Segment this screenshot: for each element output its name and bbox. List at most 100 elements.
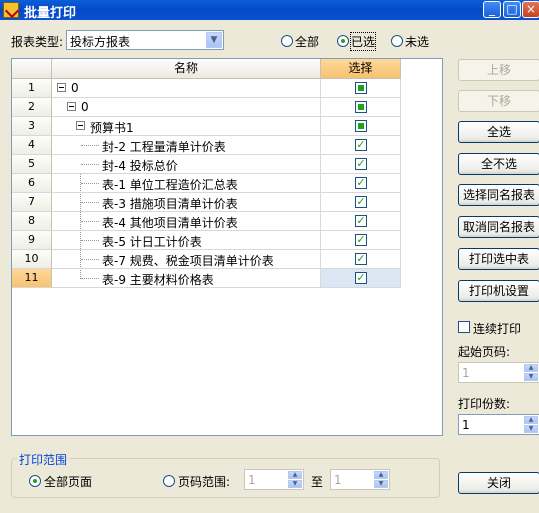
- row-checkbox[interactable]: ✓: [355, 253, 367, 265]
- tree-line: [81, 202, 99, 203]
- row-name-cell: 封-2 工程量清单计价表: [52, 136, 321, 155]
- range-to-value: 1: [334, 473, 342, 487]
- range-from-spinner[interactable]: 1 ▲ ▼: [244, 469, 304, 490]
- table-row[interactable]: 1 0: [12, 79, 401, 98]
- filter-selected-label[interactable]: 已选: [349, 32, 377, 51]
- tree-line: [81, 183, 99, 184]
- row-checkbox[interactable]: ✓: [355, 272, 367, 284]
- printer-settings-button[interactable]: 打印机设置: [458, 280, 539, 302]
- report-type-value: 投标方报表: [70, 35, 131, 49]
- select-same-name-button[interactable]: 选择同名报表: [458, 184, 539, 206]
- row-checkbox[interactable]: ✓: [355, 158, 367, 170]
- table-row[interactable]: 6 表-1 单位工程造价汇总表 ✓: [12, 174, 401, 193]
- tree-line: [81, 240, 99, 241]
- select-all-button[interactable]: 全选: [458, 121, 539, 143]
- report-grid[interactable]: 名称 选择 1 0 2 0 3 预算书1 4 封-2 工程量清单计价表 ✓ 5 …: [11, 58, 443, 436]
- table-row[interactable]: 4 封-2 工程量清单计价表 ✓: [12, 136, 401, 155]
- row-select-cell: [321, 98, 401, 117]
- spin-down-icon[interactable]: ▼: [374, 480, 388, 488]
- row-name: 表-5 计日工计价表: [102, 235, 202, 249]
- chevron-down-icon[interactable]: ▼: [206, 32, 222, 48]
- close-window-button[interactable]: ×: [522, 1, 539, 18]
- cancel-same-name-button[interactable]: 取消同名报表: [458, 216, 539, 238]
- tree-line: [81, 221, 99, 222]
- row-select-cell: ✓: [321, 231, 401, 250]
- print-selected-button[interactable]: 打印选中表: [458, 248, 539, 270]
- all-pages-radio[interactable]: [29, 475, 41, 487]
- row-name-cell: 表-7 规费、税金项目清单计价表: [52, 250, 321, 269]
- table-row[interactable]: 5 封-4 投标总价 ✓: [12, 155, 401, 174]
- filter-selected-radio[interactable]: [337, 35, 349, 47]
- row-checkbox[interactable]: [355, 120, 367, 132]
- row-number: 11: [12, 269, 52, 288]
- row-number: 8: [12, 212, 52, 231]
- report-type-select[interactable]: 投标方报表 ▼: [66, 30, 224, 50]
- row-checkbox[interactable]: ✓: [355, 139, 367, 151]
- row-name-cell: 表-5 计日工计价表: [52, 231, 321, 250]
- row-name: 表-3 措施项目清单计价表: [102, 197, 238, 211]
- row-checkbox[interactable]: [355, 101, 367, 113]
- table-row[interactable]: 2 0: [12, 98, 401, 117]
- row-name-cell: 预算书1: [52, 117, 321, 136]
- row-number: 3: [12, 117, 52, 136]
- name-column-header[interactable]: 名称: [52, 59, 321, 79]
- start-page-spinner[interactable]: 1 ▲ ▼: [458, 362, 539, 383]
- table-row[interactable]: 10 表-7 规费、税金项目清单计价表 ✓: [12, 250, 401, 269]
- row-name-cell: 表-4 其他项目清单计价表: [52, 212, 321, 231]
- select-none-button[interactable]: 全不选: [458, 153, 539, 175]
- close-button[interactable]: 关闭: [458, 472, 539, 494]
- table-row[interactable]: 11 表-9 主要材料价格表 ✓: [12, 269, 401, 288]
- continuous-print-label[interactable]: 连续打印: [473, 320, 521, 337]
- collapse-icon[interactable]: [67, 102, 76, 111]
- copies-spinner[interactable]: 1 ▲ ▼: [458, 414, 539, 435]
- table-row[interactable]: 7 表-3 措施项目清单计价表 ✓: [12, 193, 401, 212]
- page-range-label[interactable]: 页码范围:: [178, 473, 230, 490]
- filter-all-label[interactable]: 全部: [295, 33, 319, 50]
- spin-up-icon[interactable]: ▲: [524, 364, 538, 372]
- window-title: 批量打印: [24, 6, 77, 21]
- filter-unselected-radio[interactable]: [391, 35, 403, 47]
- row-number: 2: [12, 98, 52, 117]
- app-icon: [3, 2, 19, 18]
- row-checkbox[interactable]: ✓: [355, 234, 367, 246]
- collapse-icon[interactable]: [57, 83, 66, 92]
- row-name-cell: 0: [52, 98, 321, 117]
- collapse-icon[interactable]: [76, 121, 85, 130]
- filter-unselected-label[interactable]: 未选: [405, 33, 429, 50]
- row-name: 表-4 其他项目清单计价表: [102, 216, 238, 230]
- row-select-cell: ✓: [321, 250, 401, 269]
- continuous-print-checkbox[interactable]: [458, 321, 470, 333]
- all-pages-label[interactable]: 全部页面: [44, 473, 92, 490]
- table-row[interactable]: 8 表-4 其他项目清单计价表 ✓: [12, 212, 401, 231]
- row-checkbox[interactable]: ✓: [355, 177, 367, 189]
- spin-up-icon[interactable]: ▲: [524, 416, 538, 424]
- row-checkbox[interactable]: ✓: [355, 215, 367, 227]
- row-checkbox[interactable]: ✓: [355, 196, 367, 208]
- minimize-button[interactable]: _: [483, 1, 501, 18]
- row-number-header: [12, 59, 52, 79]
- table-row[interactable]: 3 预算书1: [12, 117, 401, 136]
- page-range-radio[interactable]: [163, 475, 175, 487]
- select-column-header[interactable]: 选择: [321, 59, 401, 79]
- range-to-spinner[interactable]: 1 ▲ ▼: [330, 469, 390, 490]
- row-number: 7: [12, 193, 52, 212]
- spin-down-icon[interactable]: ▼: [524, 425, 538, 433]
- print-range-title: 打印范围: [17, 451, 70, 468]
- row-name: 封-2 工程量清单计价表: [102, 140, 226, 154]
- row-select-cell: ✓: [321, 136, 401, 155]
- filter-all-radio[interactable]: [281, 35, 293, 47]
- spin-down-icon[interactable]: ▼: [288, 480, 302, 488]
- move-down-button[interactable]: 下移: [458, 90, 539, 112]
- move-up-button[interactable]: 上移: [458, 59, 539, 81]
- row-name-cell: 0: [52, 79, 321, 98]
- row-checkbox[interactable]: [355, 82, 367, 94]
- row-name-cell: 封-4 投标总价: [52, 155, 321, 174]
- maximize-button[interactable]: □: [503, 1, 521, 18]
- table-row[interactable]: 9 表-5 计日工计价表 ✓: [12, 231, 401, 250]
- spin-down-icon[interactable]: ▼: [524, 373, 538, 381]
- row-name: 封-4 投标总价: [102, 159, 178, 173]
- spin-up-icon[interactable]: ▲: [374, 471, 388, 479]
- spin-up-icon[interactable]: ▲: [288, 471, 302, 479]
- row-name: 0: [81, 100, 89, 114]
- copies-label: 打印份数:: [458, 397, 511, 411]
